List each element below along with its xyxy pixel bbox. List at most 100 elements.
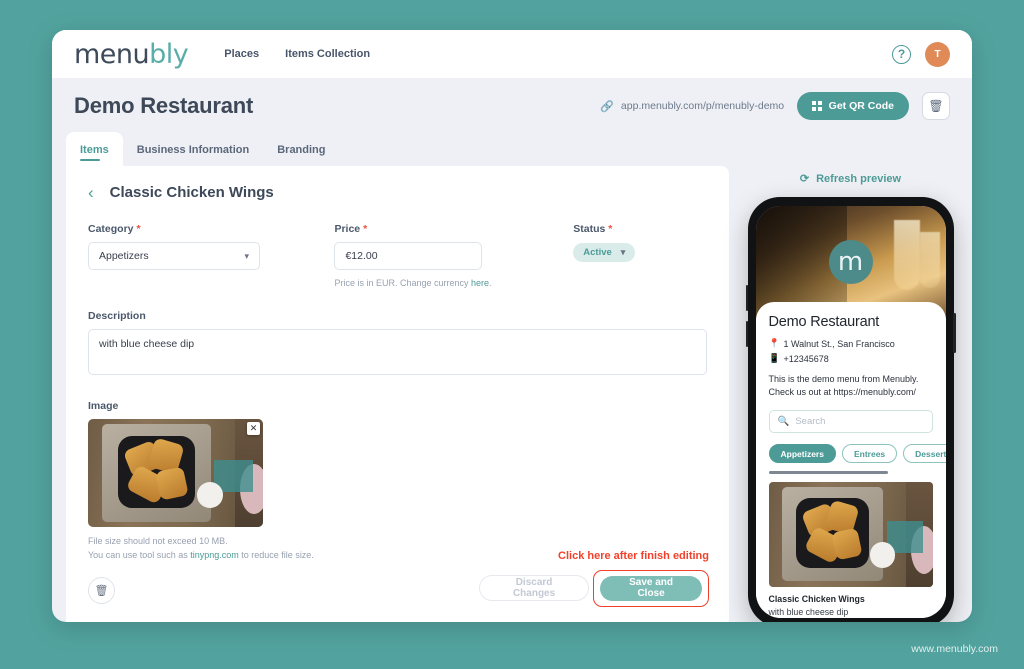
price-label: Price * (334, 223, 573, 235)
avatar[interactable]: T (925, 41, 950, 67)
preview-search-input[interactable]: 🔍 Search (768, 410, 933, 434)
preview-panel: ⟳ Refresh preview m Demo Restaurant 📍 1 … (743, 166, 958, 622)
save-button-highlight: Save and Close (593, 569, 709, 607)
category-select[interactable]: Appetizers ▾ (88, 242, 260, 270)
logo-text-part2: bly (149, 38, 189, 70)
content-row: ‹ Classic Chicken Wings Category * Appet… (52, 166, 972, 622)
search-placeholder: Search (795, 416, 826, 428)
editor-actions: Click here after finish editing Discard … (479, 549, 709, 607)
delete-item-button[interactable]: 🗑 (88, 576, 115, 604)
top-nav-right-group: ? T (892, 41, 950, 67)
tinypng-link[interactable]: tinypng.com (190, 550, 239, 560)
preview-item-description: with blue cheese dip (768, 606, 849, 617)
category-label: Category * (88, 223, 334, 235)
footer-site-url: www.menubly.com (911, 643, 998, 655)
get-qr-code-button[interactable]: Get QR Code (797, 92, 909, 120)
back-arrow-icon[interactable]: ‹ (88, 184, 94, 201)
price-input[interactable]: €12.00 (334, 242, 483, 270)
page-title: Demo Restaurant (74, 93, 254, 118)
preview-item-name: Classic Chicken Wings (768, 593, 865, 604)
tab-business-information[interactable]: Business Information (123, 132, 263, 166)
status-badge[interactable]: Active ▾ (573, 243, 636, 262)
discard-changes-button[interactable]: Discard Changes (479, 575, 590, 602)
price-field: Price * €12.00 Price is in EUR. Change c… (334, 223, 573, 288)
public-url-text: app.menubly.com/p/menubly-demo (620, 100, 785, 112)
price-label-text: Price (334, 223, 361, 235)
logo-text-part1: menu (74, 38, 150, 70)
category-required-mark: * (136, 223, 141, 235)
save-callout-annotation: Click here after finish editing (558, 549, 709, 562)
editor-button-row: Discard Changes Save and Close (479, 569, 709, 607)
search-icon: 🔍 (777, 416, 790, 428)
place-header: Demo Restaurant 🔗 app.menubly.com/p/menu… (52, 78, 972, 130)
get-qr-code-label: Get QR Code (828, 100, 894, 112)
preview-about-text: This is the demo menu from Menubly. Chec… (768, 374, 919, 398)
preview-restaurant-name: Demo Restaurant (768, 314, 880, 330)
top-navigation-bar: menubly Places Items Collection ? T (52, 30, 972, 78)
description-input[interactable] (88, 329, 707, 375)
place-header-actions: 🔗 app.menubly.com/p/menubly-demo Get QR … (600, 92, 950, 120)
refresh-preview-label: Refresh preview (816, 172, 902, 185)
image-hint-suffix: to reduce file size. (238, 549, 314, 560)
editor-header: ‹ Classic Chicken Wings (88, 184, 707, 201)
status-value: Active (583, 247, 612, 258)
public-url[interactable]: 🔗 app.menubly.com/p/menubly-demo (600, 100, 784, 113)
save-and-close-button[interactable]: Save and Close (600, 575, 702, 601)
category-chip-appetizers[interactable]: Appetizers (768, 444, 836, 464)
primary-nav-links: Places Items Collection (224, 48, 370, 60)
help-icon[interactable]: ? (892, 44, 911, 64)
trash-icon: 🗑 (928, 99, 944, 113)
category-field: Category * Appetizers ▾ (88, 223, 334, 288)
refresh-preview-button[interactable]: ⟳ Refresh preview (799, 172, 902, 186)
phone-icon: 📱 (768, 353, 780, 363)
tab-bar: Items Business Information Branding (52, 132, 972, 166)
item-photo (88, 419, 263, 527)
category-label-text: Category (88, 223, 134, 235)
chevron-down-icon: ▾ (620, 247, 626, 257)
description-label: Description (88, 310, 146, 322)
item-title: Classic Chicken Wings (109, 184, 274, 201)
preview-category-chips: Appetizers Entrees Desserts ( (768, 444, 946, 464)
preview-item-photo (768, 481, 933, 587)
image-hint-prefix: You can use tool such as (88, 549, 191, 560)
change-currency-link[interactable]: here (471, 278, 489, 288)
nav-item-items-collection[interactable]: Items Collection (285, 48, 370, 60)
status-label-text: Status (573, 223, 606, 235)
description-field: Description (88, 310, 707, 380)
preview-content-sheet: Demo Restaurant 📍 1 Walnut St., San Fran… (755, 302, 946, 618)
price-hint-suffix: . (489, 278, 492, 288)
phone-screen: m Demo Restaurant 📍 1 Walnut St., San Fr… (755, 206, 946, 618)
price-required-mark: * (363, 223, 368, 235)
price-value: €12.00 (345, 250, 378, 262)
preview-scroll-indicator[interactable] (768, 471, 889, 474)
price-hint-prefix: Price is in EUR. Change currency (334, 278, 472, 288)
menubly-logo[interactable]: menubly (74, 38, 189, 70)
nav-item-places[interactable]: Places (224, 48, 259, 60)
category-chip-entrees[interactable]: Entrees (841, 444, 898, 464)
item-editor-card: ‹ Classic Chicken Wings Category * Appet… (66, 166, 729, 622)
status-required-mark: * (608, 223, 613, 235)
tab-items[interactable]: Items (66, 132, 123, 166)
field-row-primary: Category * Appetizers ▾ Price * €12.00 P… (88, 223, 707, 288)
phone-side-button (953, 313, 956, 353)
brand-logo-mark: m (828, 240, 873, 284)
link-icon: 🔗 (600, 100, 614, 113)
preview-address: 1 Walnut St., San Francisco (783, 338, 895, 349)
refresh-icon: ⟳ (799, 173, 810, 185)
tab-branding[interactable]: Branding (263, 132, 339, 166)
chevron-down-icon: ▾ (244, 250, 249, 261)
image-label: Image (88, 400, 119, 412)
phone-mockup: m Demo Restaurant 📍 1 Walnut St., San Fr… (745, 197, 956, 622)
status-field: Status * Active ▾ (573, 223, 707, 288)
preview-phone-row: 📱 +12345678 (769, 353, 933, 364)
preview-address-row: 📍 1 Walnut St., San Francisco (769, 338, 933, 349)
price-currency-hint: Price is in EUR. Change currency here. (334, 278, 573, 288)
app-window: menubly Places Items Collection ? T Demo… (52, 30, 972, 622)
category-chip-desserts[interactable]: Desserts (903, 444, 946, 464)
location-pin-icon: 📍 (768, 338, 780, 348)
image-hint-line1: File size should not exceed 10 MB. (88, 536, 228, 546)
remove-image-icon[interactable]: ✕ (247, 422, 260, 435)
delete-place-button[interactable]: 🗑 (922, 92, 950, 120)
page-root: menubly Places Items Collection ? T Demo… (0, 0, 1024, 669)
image-thumbnail[interactable]: ✕ (88, 419, 263, 527)
